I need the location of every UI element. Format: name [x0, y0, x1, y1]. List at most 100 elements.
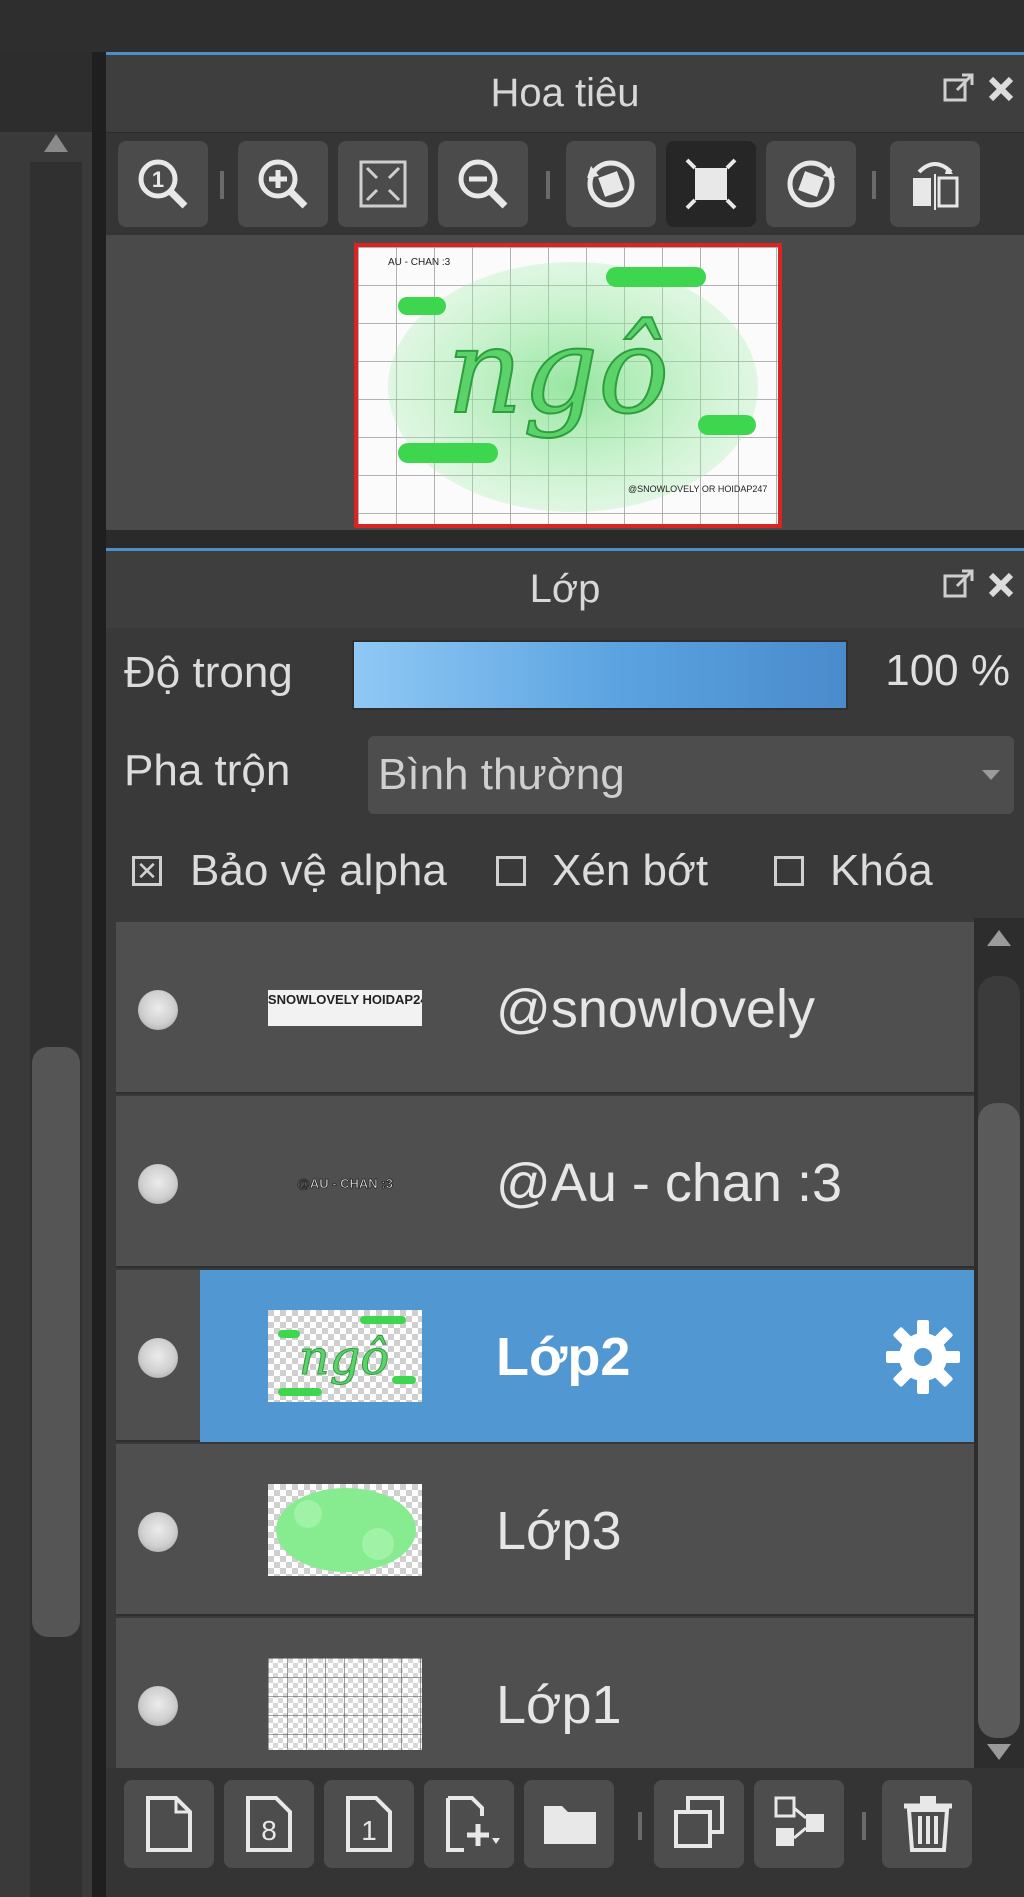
layer-row[interactable]: Lớp3 — [116, 1444, 974, 1616]
layers-title: Lớp — [529, 567, 601, 611]
layer-name: @Au - chan :3 — [496, 1153, 842, 1213]
zoom-out-icon — [458, 159, 508, 209]
canvas-toolstrip — [0, 52, 92, 132]
new-8bit-layer-button[interactable]: 8 — [224, 1780, 314, 1868]
layer-name: @snowlovely — [496, 979, 815, 1039]
toolbar-separator — [546, 171, 550, 199]
canvas-scrollbar-thumb[interactable] — [32, 1047, 80, 1637]
fit-screen-button[interactable] — [338, 141, 428, 227]
lock-checkbox[interactable] — [774, 856, 804, 886]
navigator-preview[interactable]: AU - CHAN :3 ngô @SNOWLOVELY OR HOIDAP24… — [106, 235, 1024, 530]
protect-alpha-checkbox[interactable]: ✕ — [132, 856, 162, 886]
scroll-up-arrow-icon[interactable] — [44, 134, 68, 152]
reset-rotation-icon — [685, 158, 737, 210]
add-layer-menu-icon — [446, 1796, 500, 1852]
merge-down-button[interactable] — [754, 1780, 844, 1868]
new-1bit-layer-icon: 1 — [346, 1796, 392, 1852]
rotate-left-button[interactable] — [566, 141, 656, 227]
layer-thumbnail: @AU - CHAN :3 — [268, 1136, 422, 1228]
navigator-toolbar: 1 — [106, 133, 1024, 235]
duplicate-layer-icon — [674, 1796, 724, 1848]
close-icon[interactable] — [986, 567, 1016, 610]
new-8bit-layer-icon: 8 — [246, 1796, 292, 1852]
blend-mode-select[interactable]: Bình thường — [368, 736, 1014, 814]
add-layer-menu-button[interactable] — [424, 1780, 514, 1868]
layer-list-scrollbar[interactable] — [974, 918, 1024, 1768]
scrollbar-thumb[interactable] — [978, 1103, 1020, 1738]
popout-icon[interactable] — [942, 71, 976, 114]
toolbar-separator — [638, 1812, 642, 1840]
visibility-toggle[interactable] — [138, 1512, 178, 1552]
popout-icon[interactable] — [942, 567, 976, 610]
rotate-left-icon — [587, 160, 635, 208]
reset-rotation-button[interactable] — [666, 141, 756, 227]
zoom-in-button[interactable] — [238, 141, 328, 227]
zoom-in-icon — [258, 159, 308, 209]
layer-row[interactable]: @SNOWLOVELY HOIDAP247 @snowlovely — [116, 922, 974, 1094]
new-1bit-layer-button[interactable]: 1 — [324, 1780, 414, 1868]
svg-text:1: 1 — [152, 167, 164, 192]
delete-layer-button[interactable] — [882, 1780, 972, 1868]
opacity-slider[interactable] — [352, 640, 848, 710]
blend-mode-value: Bình thường — [378, 750, 625, 799]
flip-horizontal-icon — [913, 162, 959, 210]
visibility-toggle[interactable] — [138, 1338, 178, 1378]
zoom-out-button[interactable] — [438, 141, 528, 227]
new-layer-icon — [146, 1796, 192, 1852]
zoom-100-icon: 1 — [138, 159, 188, 209]
app-window: Hoa tiêu 1 AU - CHAN:3 ngô @SNOWLOVELY … — [0, 0, 1024, 1897]
canvas-area — [0, 52, 92, 1897]
rotate-right-button[interactable] — [766, 141, 856, 227]
scroll-down-arrow-icon[interactable] — [987, 1744, 1011, 1760]
layer-thumb-text: ngô — [299, 1330, 390, 1386]
layer-row[interactable]: Lớp1 — [116, 1618, 974, 1790]
duplicate-layer-button[interactable] — [654, 1780, 744, 1868]
lock-label: Khóa — [830, 846, 933, 895]
canvas-thumbnail[interactable]: AU - CHAN :3 ngô @SNOWLOVELY OR HOIDAP24… — [354, 243, 782, 528]
layer-thumb-text: @AU - CHAN :3 — [297, 1176, 393, 1191]
panel-divider[interactable] — [92, 52, 106, 1897]
layer-row-selected[interactable]: ngô Lớp2 — [116, 1270, 974, 1442]
layer-thumb-text: @SNOWLOVELY HOIDAP247 — [268, 992, 422, 1007]
clipping-label: Xén bớt — [552, 846, 709, 895]
layer-thumbnail — [268, 1658, 422, 1750]
panel-splitter[interactable] — [106, 530, 1024, 548]
layer-properties: Độ trong 100 % Pha trộn Bình thường ✕ Bả… — [106, 628, 1024, 918]
blend-label: Pha trộn — [124, 746, 291, 795]
toolbar-separator — [220, 171, 224, 199]
delete-layer-icon — [904, 1796, 952, 1852]
visibility-toggle[interactable] — [138, 990, 178, 1030]
visibility-toggle[interactable] — [138, 1164, 178, 1204]
layer-name: Lớp1 — [496, 1675, 622, 1735]
layer-thumbnail: @SNOWLOVELY HOIDAP247 — [268, 962, 422, 1054]
layer-row[interactable]: @AU - CHAN :3 @Au - chan :3 — [116, 1096, 974, 1268]
navigator-title: Hoa tiêu — [490, 71, 640, 115]
zoom-100-button[interactable]: 1 — [118, 141, 208, 227]
layer-toolbar: 8 1 — [106, 1768, 1024, 1897]
toolbar-separator — [862, 1812, 866, 1840]
visibility-toggle[interactable] — [138, 1686, 178, 1726]
new-8bit-layer-glyph: 8 — [261, 1815, 277, 1846]
opacity-label: Độ trong — [124, 648, 293, 697]
gear-icon[interactable] — [882, 1316, 964, 1403]
layer-name: Lớp2 — [496, 1327, 631, 1387]
rotate-right-icon — [787, 160, 835, 208]
preview-small-text-top: AU - CHAN :3 — [388, 257, 451, 268]
clipping-checkbox[interactable] — [496, 856, 526, 886]
new-1bit-layer-glyph: 1 — [361, 1815, 377, 1846]
layer-thumbnail: ngô — [268, 1310, 422, 1402]
folder-button[interactable] — [524, 1780, 614, 1868]
preview-small-text-bottom: @SNOWLOVELY OR HOIDAP247 — [628, 484, 767, 494]
merge-down-icon — [774, 1796, 824, 1846]
layers-panel-title: Lớp — [106, 548, 1024, 628]
new-layer-button[interactable] — [124, 1780, 214, 1868]
navigator-panel-title: Hoa tiêu — [106, 52, 1024, 132]
fit-screen-icon — [359, 160, 407, 208]
preview-main-text: ngô — [447, 302, 670, 440]
flip-horizontal-button[interactable] — [890, 141, 980, 227]
chevron-down-icon — [982, 770, 1000, 780]
layer-name: Lớp3 — [496, 1501, 622, 1561]
layer-list: @SNOWLOVELY HOIDAP247 @snowlovely @AU - … — [106, 918, 1024, 1790]
close-icon[interactable] — [986, 71, 1016, 114]
scroll-up-arrow-icon[interactable] — [987, 930, 1011, 946]
